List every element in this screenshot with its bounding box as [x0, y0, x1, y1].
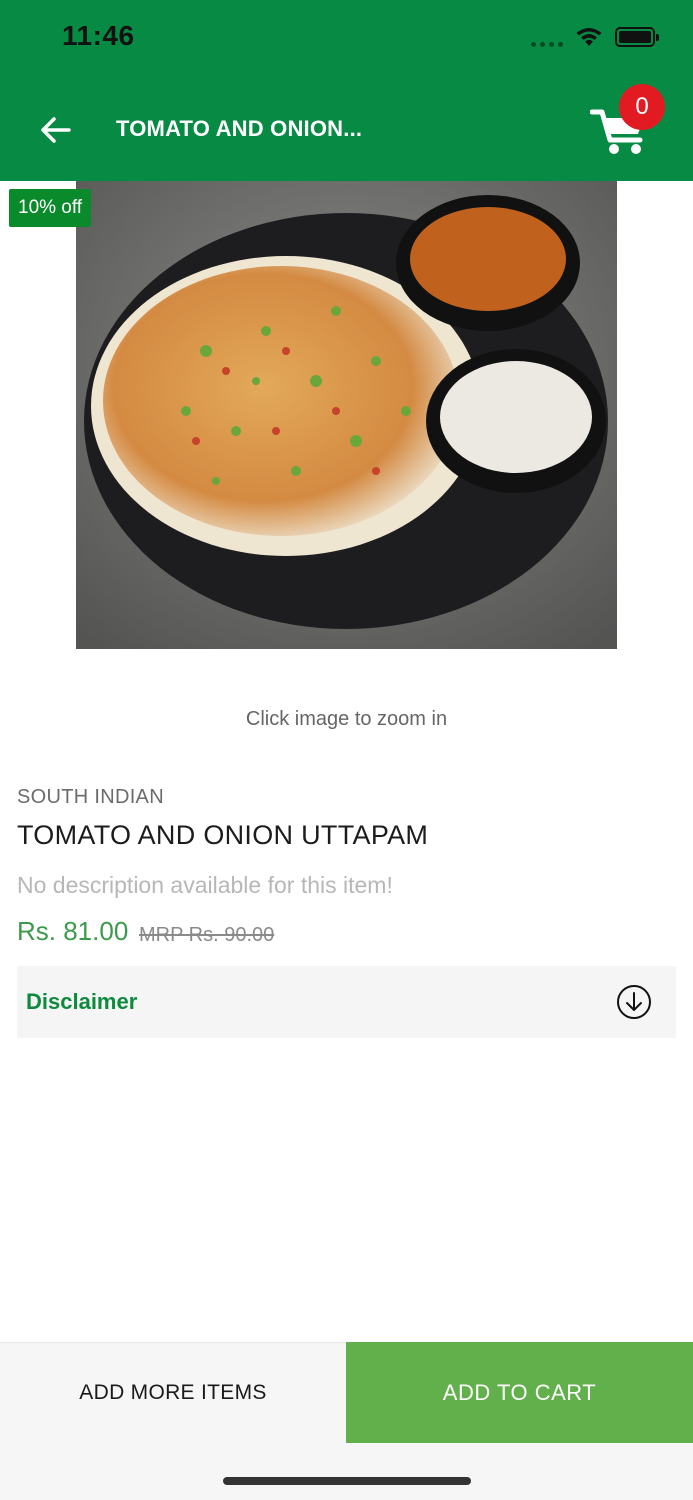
- product-image[interactable]: [76, 181, 617, 649]
- add-to-cart-button[interactable]: ADD TO CART: [346, 1342, 693, 1443]
- battery-icon: [615, 27, 659, 47]
- arrow-left-icon: [41, 117, 71, 143]
- product-description: No description available for this item!: [17, 872, 393, 898]
- add-more-items-button[interactable]: ADD MORE ITEMS: [0, 1342, 346, 1443]
- disclaimer-accordion[interactable]: Disclaimer: [17, 966, 676, 1038]
- status-time: 11:46: [62, 20, 135, 51]
- wifi-icon: [576, 28, 602, 46]
- page-title: TOMATO AND ONION...: [116, 116, 363, 141]
- uttapam-photo: [76, 181, 617, 649]
- zoom-hint: Click image to zoom in: [245, 708, 448, 730]
- product-name: TOMATO AND ONION UTTAPAM: [17, 820, 429, 850]
- status-icons: [531, 26, 659, 48]
- disclaimer-label: Disclaimer: [26, 989, 138, 1014]
- back-button[interactable]: [36, 110, 76, 150]
- product-price: Rs. 81.00: [17, 916, 129, 946]
- cart-count-badge: 0: [619, 84, 665, 130]
- home-indicator[interactable]: [223, 1477, 471, 1485]
- cellular-signal-icon: [531, 27, 563, 47]
- product-mrp: MRP Rs. 90.00: [139, 924, 275, 946]
- arrow-down-circle-icon: [617, 985, 651, 1019]
- product-category: SOUTH INDIAN: [17, 786, 164, 808]
- footer-safe-area: [346, 1443, 693, 1500]
- discount-badge: 10% off: [9, 189, 92, 227]
